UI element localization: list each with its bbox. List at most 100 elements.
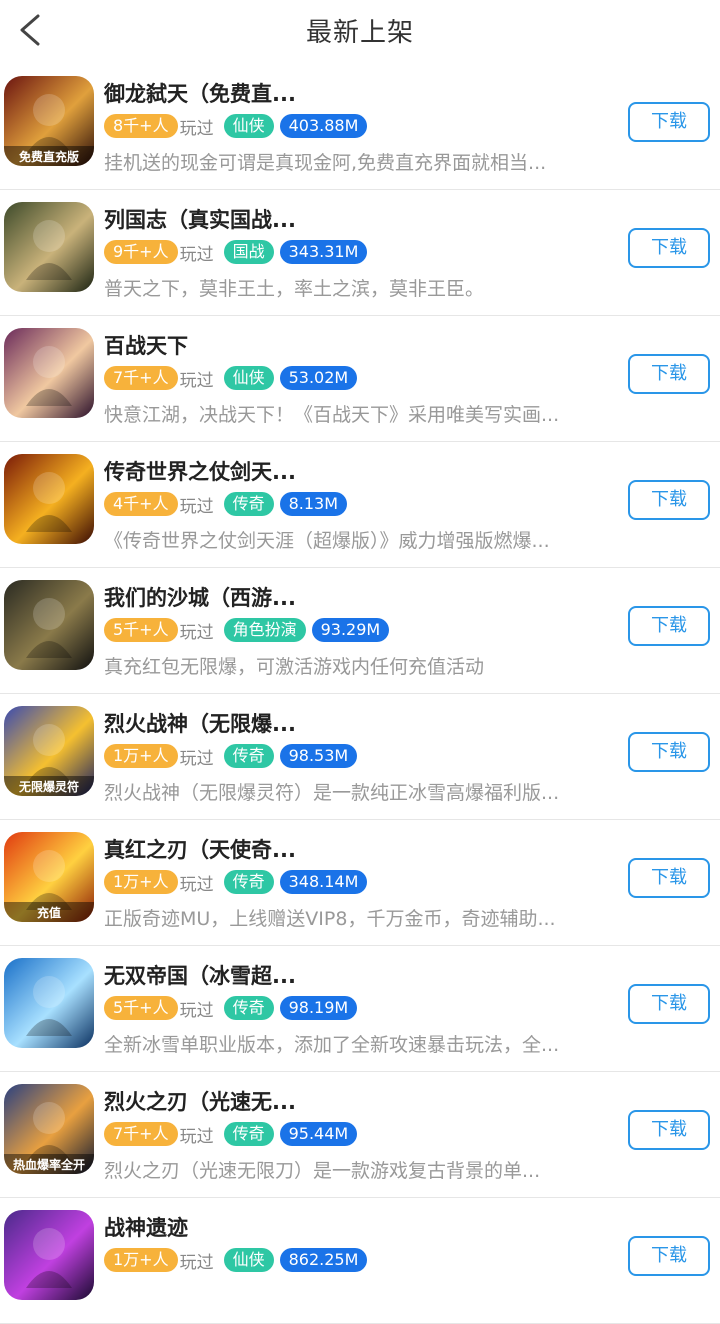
app-list-item[interactable]: 充值 真红之刃（天使奇... 1万+人 玩过 传奇 348.14M 正版奇迹MU… [0,820,720,946]
size-badge: 403.88M [279,114,368,138]
app-list-item[interactable]: 免费直充版 御龙弑天（免费直... 8千+人 玩过 仙侠 403.88M 挂机送… [0,64,720,190]
game-thumbnail-icon [4,1210,94,1300]
app-list-item[interactable]: 列国志（真实国战... 9千+人 玩过 国战 343.31M 普天之下，莫非王土… [0,190,720,316]
size-badge: 53.02M [279,366,358,390]
app-description: 烈火之刃（光速无限刀）是一款游戏复古背景的单... [104,1160,541,1182]
play-count-badge: 1万+人 [104,870,178,894]
play-count-label: 玩过 [179,496,214,517]
play-count-label: 玩过 [179,874,214,895]
play-count-label: 玩过 [179,118,214,139]
size-badge: 98.19M [279,996,358,1020]
app-list-item[interactable]: 热血爆率全开 烈火之刃（光速无... 7千+人 玩过 传奇 95.44M 烈火之… [0,1072,720,1198]
top-bar: 最新上架 [0,0,720,64]
app-icon[interactable]: 免费直充版 [4,76,94,166]
play-count-badge: 8千+人 [104,114,178,138]
app-description: 普天之下，莫非王土，率土之滨，莫非王臣。 [104,278,485,300]
category-badge: 仙侠 [223,366,274,390]
category-badge: 传奇 [223,744,274,768]
app-icon[interactable] [4,958,94,1048]
game-thumbnail-icon [4,454,94,544]
download-button[interactable]: 下载 [628,1110,710,1150]
size-badge: 862.25M [279,1248,368,1272]
size-badge: 348.14M [279,870,368,894]
app-icon[interactable]: 充值 [4,832,94,922]
download-button[interactable]: 下载 [628,102,710,142]
category-badge: 国战 [223,240,274,264]
page-title: 最新上架 [305,18,414,48]
size-badge: 93.29M [311,618,390,642]
app-list-item[interactable]: 无限爆灵符 烈火战神（无限爆... 1万+人 玩过 传奇 98.53M 烈火战神… [0,694,720,820]
category-badge: 传奇 [223,996,274,1020]
app-list-item[interactable]: 无双帝国（冰雪超... 5千+人 玩过 传奇 98.19M 全新冰雪单职业版本，… [0,946,720,1072]
app-description: 快意江湖，决战天下！《百战天下》采用唯美写实画... [104,404,560,426]
download-button[interactable]: 下载 [628,606,710,646]
category-badge: 传奇 [223,870,274,894]
app-name[interactable]: 传奇世界之仗剑天... [104,456,296,486]
download-button[interactable]: 下载 [628,984,710,1024]
app-meta: 1万+人 玩过 仙侠 862.25M [104,1248,368,1273]
app-icon[interactable]: 无限爆灵符 [4,706,94,796]
download-button[interactable]: 下载 [628,858,710,898]
game-thumbnail-icon: 免费直充版 [4,76,94,166]
play-count-label: 玩过 [179,1126,214,1147]
category-badge: 传奇 [223,492,274,516]
size-badge: 98.53M [279,744,358,768]
category-badge: 仙侠 [223,114,274,138]
play-count-badge: 9千+人 [104,240,178,264]
app-meta: 7千+人 玩过 传奇 95.44M [104,1122,358,1147]
app-name[interactable]: 烈火战神（无限爆... [104,708,296,738]
size-badge: 8.13M [279,492,348,516]
app-name[interactable]: 列国志（真实国战... [104,204,296,234]
app-list-item[interactable]: 百战天下 7千+人 玩过 仙侠 53.02M 快意江湖，决战天下！《百战天下》采… [0,316,720,442]
app-list-item[interactable]: 我们的沙城（西游... 5千+人 玩过 角色扮演 93.29M 真充红包无限爆，… [0,568,720,694]
category-badge: 角色扮演 [223,618,306,642]
category-badge: 传奇 [223,1122,274,1146]
size-badge: 95.44M [279,1122,358,1146]
app-description: 《传奇世界之仗剑天涯（超爆版）》威力增强版燃爆... [104,530,550,552]
app-icon[interactable] [4,328,94,418]
app-meta: 1万+人 玩过 传奇 348.14M [104,870,368,895]
app-icon[interactable] [4,202,94,292]
download-button[interactable]: 下载 [628,732,710,772]
game-thumbnail-icon [4,958,94,1048]
app-meta: 1万+人 玩过 传奇 98.53M [104,744,358,769]
app-description: 烈火战神（无限爆灵符）是一款纯正冰雪高爆福利版... [104,782,560,804]
play-count-badge: 7千+人 [104,366,178,390]
game-thumbnail-icon: 无限爆灵符 [4,706,94,796]
play-count-label: 玩过 [179,244,214,265]
game-thumbnail-icon [4,580,94,670]
app-name[interactable]: 真红之刃（天使奇... [104,834,296,864]
app-list-item[interactable]: 传奇世界之仗剑天... 4千+人 玩过 传奇 8.13M 《传奇世界之仗剑天涯（… [0,442,720,568]
svg-text:充值: 充值 [37,905,61,920]
app-name[interactable]: 御龙弑天（免费直... [104,78,296,108]
play-count-label: 玩过 [179,370,214,391]
app-name[interactable]: 百战天下 [104,330,188,360]
app-name[interactable]: 战神遗迹 [104,1212,188,1242]
app-name[interactable]: 无双帝国（冰雪超... [104,960,296,990]
app-list-item[interactable]: 战神遗迹 1万+人 玩过 仙侠 862.25M 下载 [0,1198,720,1324]
app-meta: 5千+人 玩过 传奇 98.19M [104,996,358,1021]
download-button[interactable]: 下载 [628,228,710,268]
download-button[interactable]: 下载 [628,354,710,394]
app-name[interactable]: 烈火之刃（光速无... [104,1086,296,1116]
app-icon[interactable] [4,580,94,670]
app-name[interactable]: 我们的沙城（西游... [104,582,296,612]
play-count-badge: 1万+人 [104,744,178,768]
play-count-label: 玩过 [179,622,214,643]
app-icon[interactable]: 热血爆率全开 [4,1084,94,1174]
game-thumbnail-icon: 热血爆率全开 [4,1084,94,1174]
play-count-label: 玩过 [179,1252,214,1273]
app-description: 真充红包无限爆，可激活游戏内任何充值活动 [104,656,485,678]
app-meta: 4千+人 玩过 传奇 8.13M [104,492,348,517]
svg-text:免费直充版: 免费直充版 [19,149,79,164]
app-meta: 5千+人 玩过 角色扮演 93.29M [104,618,390,643]
app-meta: 8千+人 玩过 仙侠 403.88M [104,114,368,139]
app-meta: 9千+人 玩过 国战 343.31M [104,240,368,265]
download-button[interactable]: 下载 [628,480,710,520]
download-button[interactable]: 下载 [628,1236,710,1276]
category-badge: 仙侠 [223,1248,274,1272]
play-count-badge: 7千+人 [104,1122,178,1146]
app-icon[interactable] [4,454,94,544]
app-icon[interactable] [4,1210,94,1300]
svg-text:热血爆率全开: 热血爆率全开 [13,1157,85,1172]
